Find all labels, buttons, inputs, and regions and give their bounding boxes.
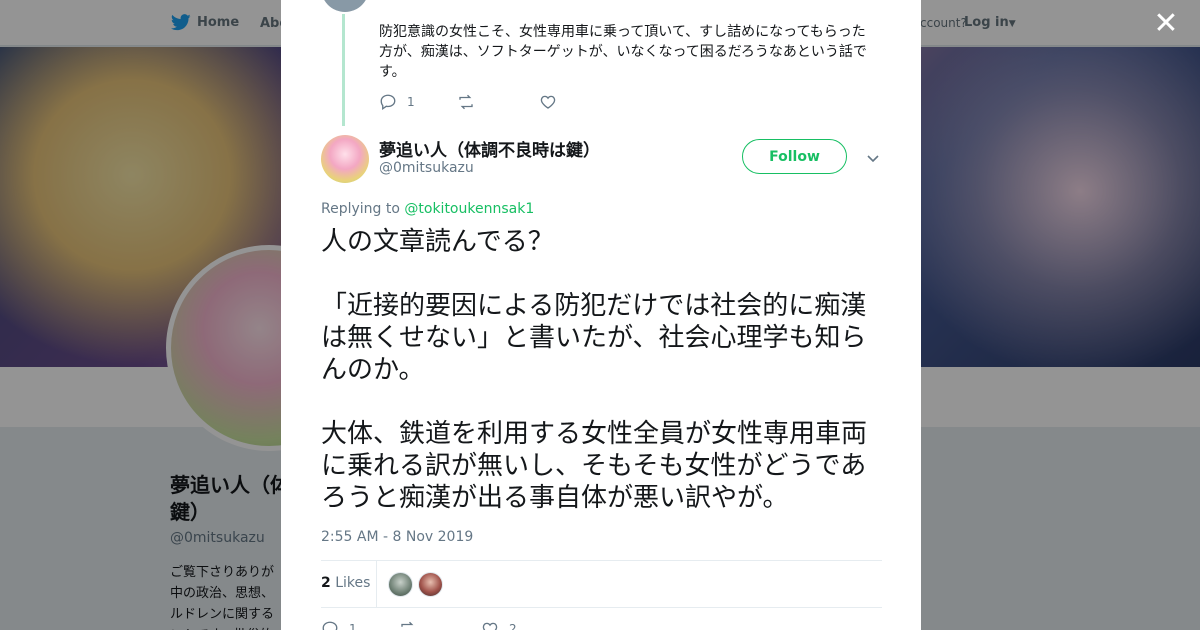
close-icon[interactable]: ✕ [1152, 9, 1180, 39]
heart-icon [482, 622, 498, 630]
reply-icon [380, 94, 396, 111]
previous-tweet-actions: 1 [379, 92, 567, 112]
author-avatar[interactable] [321, 135, 369, 183]
author-handle[interactable]: @0mitsukazu [379, 160, 474, 176]
reply-count: 1 [349, 622, 357, 630]
like-button[interactable] [539, 93, 567, 111]
retweet-button[interactable] [399, 620, 481, 630]
likes-count: 2 [321, 575, 331, 591]
tweet-actions: 1 2 [321, 620, 517, 630]
likes-stat[interactable]: 2 Likes [321, 575, 370, 591]
replying-mention-link[interactable]: @tokitoukennsak1 [404, 201, 534, 217]
author-name[interactable]: 夢追い人（体調不良時は鍵） [379, 136, 600, 161]
retweet-icon [401, 621, 414, 627]
stats-divider [376, 561, 377, 608]
follow-button[interactable]: Follow [742, 139, 847, 174]
previous-tweet-avatar[interactable] [321, 0, 369, 12]
reply-button[interactable]: 1 [321, 620, 399, 630]
tweet-timestamp[interactable]: 2:55 AM - 8 Nov 2019 [321, 529, 473, 545]
tweet-stats: 2 Likes [321, 560, 882, 608]
thread-connector-line [342, 14, 345, 126]
tweet-modal: 防犯意識の女性こそ、女性専用車に乗って頂いて、すし詰めになってもらった方が、痴漢… [281, 0, 921, 630]
reply-button[interactable]: 1 [379, 93, 457, 111]
replying-to: Replying to @tokitoukennsak1 [321, 201, 534, 217]
likes-label: Likes [335, 575, 371, 591]
previous-tweet-text: 防犯意識の女性こそ、女性専用車に乗って頂いて、すし詰めになってもらった方が、痴漢… [379, 24, 867, 80]
reply-count: 1 [407, 95, 415, 109]
liker-avatar[interactable] [418, 572, 443, 597]
tweet-text: 人の文章読んでる？ 「近接的要因による防犯だけでは社会的に痴漢は無くせない」と書… [321, 227, 868, 513]
retweet-icon [459, 94, 473, 110]
replying-prefix: Replying to [321, 201, 400, 217]
heart-icon [540, 95, 556, 109]
reply-icon [322, 621, 338, 630]
chevron-down-icon[interactable] [865, 150, 881, 166]
like-count: 2 [509, 622, 517, 630]
liker-avatar[interactable] [388, 572, 413, 597]
retweet-button[interactable] [457, 93, 539, 111]
like-button[interactable]: 2 [481, 620, 517, 630]
